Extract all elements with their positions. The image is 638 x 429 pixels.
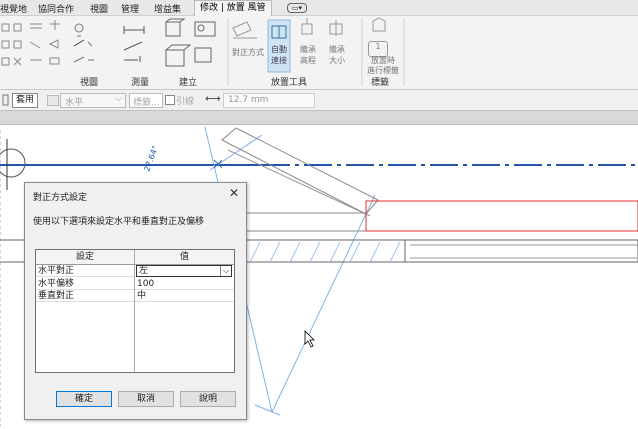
row-setting-horizontal-justification: 水平對正 (36, 265, 134, 277)
tag-field-placeholder: 標籤... (133, 98, 160, 108)
dialog-title: 對正方式設定 (33, 193, 88, 203)
ok-button[interactable]: 確定 (56, 391, 112, 407)
row-setting-vertical-justification: 垂直對正 (36, 290, 134, 302)
leader-label: 引線 (176, 97, 195, 107)
tag-on-placement-label-2[interactable]: 進行標籤 (362, 66, 404, 76)
inherit-size-label-2[interactable]: 大小 (326, 56, 348, 66)
horizontal-offset-value[interactable]: 100 (135, 278, 234, 290)
inherit-elevation-label-2[interactable]: 高程 (297, 56, 319, 66)
horizontal-justification-value: 左 (139, 266, 149, 276)
tab-modify-place-duct[interactable]: 修改 | 放置 風管 (194, 0, 272, 16)
panel-toggle-icon[interactable]: ▭▾ (287, 3, 307, 13)
group-label-view: 視圖 (80, 78, 99, 88)
inherit-elevation-label-1[interactable]: 繼承 (297, 45, 319, 55)
angle-label: 27.64° (142, 144, 160, 172)
orientation-select[interactable]: 水平 ⌵ (60, 93, 126, 108)
tab-collaborate[interactable]: 協同合作 (38, 2, 74, 15)
tag-on-placement-label-1[interactable]: 放置時 (362, 56, 404, 66)
dimension-value: 12.7 mm (228, 95, 269, 105)
measure-tools-icon[interactable] (123, 26, 145, 62)
justification-settings-dialog: 對正方式設定 ✕ 使用以下選項來設定水平和垂直對正及偏移 設定 值 水平對正 左… (24, 182, 247, 420)
inherit-size-label-1[interactable]: 繼承 (326, 45, 348, 55)
reference-line-3 (271, 194, 376, 413)
tag-number-badge: 1 (368, 41, 388, 57)
settings-grid: 設定 值 水平對正 左 ⌵ 水平偏移 100 垂直對正 中 (35, 249, 235, 373)
apply-button[interactable]: 套用 (12, 93, 39, 108)
close-icon[interactable]: ✕ (229, 186, 239, 200)
auto-connect-label-2[interactable]: 連接 (268, 56, 290, 66)
options-bar: 套用 水平 ⌵ 標籤... 引線 ⟷ 12.7 mm (0, 90, 638, 111)
group-label-placement-tools: 放置工具 (271, 78, 308, 88)
auto-connect-label-1[interactable]: 自動 (268, 45, 290, 55)
dialog-description: 使用以下選項來設定水平和垂直對正及偏移 (33, 217, 205, 227)
orientation-icon (47, 95, 59, 106)
tab-view[interactable]: 視圖 (90, 2, 108, 15)
group-label-measure: 測量 (131, 78, 150, 88)
tab-addins[interactable]: 增益集 (154, 2, 181, 15)
leader-checkbox[interactable] (165, 95, 175, 105)
justification-button[interactable]: 對正方式 (228, 48, 268, 58)
vertical-justification-value[interactable]: 中 (135, 290, 234, 302)
create-tools-icon[interactable] (165, 18, 216, 67)
group-label-tag: 標籤 (371, 78, 390, 88)
justification-icon[interactable] (232, 21, 257, 39)
group-label-create: 建立 (179, 78, 198, 88)
help-button[interactable]: 說明 (180, 391, 236, 407)
chevron-down-icon[interactable]: ⌵ (220, 266, 231, 276)
chevron-down-icon: ⌵ (115, 94, 122, 104)
orientation-value: 水平 (65, 98, 84, 108)
reference-line-4 (254, 404, 281, 416)
inherit-elevation-icon[interactable] (301, 18, 313, 35)
cancel-button[interactable]: 取消 (118, 391, 174, 407)
dimension-icon: ⟷ (205, 92, 221, 105)
horizontal-justification-select[interactable]: 左 ⌵ (136, 265, 232, 277)
tab-manage[interactable]: 管理 (121, 2, 139, 15)
ribbon-tab-strip: 視覺地 協同合作 視圖 管理 增益集 修改 | 放置 風管 ▭▾ (0, 0, 638, 16)
tag-field[interactable]: 標籤... (129, 93, 163, 108)
view-tools-icon[interactable] (73, 23, 94, 63)
modify-tools-icon[interactable] (1, 20, 60, 66)
dimension-field[interactable]: 12.7 mm (223, 93, 315, 108)
wall-hatch (249, 241, 401, 263)
column-header-value: 值 (135, 250, 234, 265)
placing-duct (365, 200, 638, 232)
options-bar-icon (2, 94, 9, 106)
grid-bubble-icon (0, 148, 26, 178)
tab-view-location[interactable]: 視覺地 (0, 2, 27, 15)
grid-divider (134, 250, 135, 372)
column-header-setting: 設定 (36, 250, 134, 265)
inherit-size-icon[interactable] (329, 20, 343, 36)
row-setting-horizontal-offset: 水平偏移 (36, 278, 134, 290)
view-frame-border (0, 111, 638, 125)
tag-on-placement-icon[interactable] (372, 17, 386, 32)
